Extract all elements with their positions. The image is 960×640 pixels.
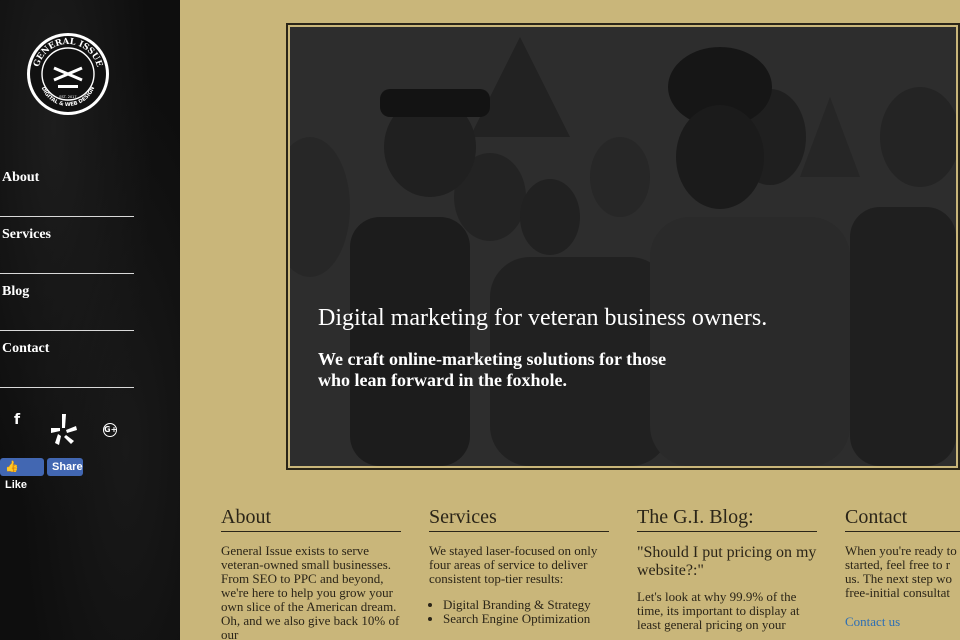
facebook-share-button[interactable]: Share <box>47 458 83 476</box>
svg-text:EST. 2017: EST. 2017 <box>59 95 76 99</box>
services-heading: Services <box>429 506 609 532</box>
google-plus-icon[interactable]: G+ <box>103 423 117 437</box>
nav-item-blog[interactable]: Blog <box>0 274 134 331</box>
sidebar: GENERAL ISSUE DIGITAL & WEB DESIGN EST. … <box>0 0 180 640</box>
about-heading: About <box>221 506 401 532</box>
social-links: f G+ <box>0 410 180 446</box>
contact-text-line-1: When you're ready to <box>845 543 957 558</box>
contact-us-link[interactable]: Contact us <box>845 614 960 630</box>
services-text: We stayed laser-focused on only four are… <box>429 543 598 586</box>
main-nav: About Services Blog Contact <box>0 160 134 388</box>
like-label: Like <box>5 479 28 491</box>
hero-subtitle-line-1: We craft online-marketing solutions for … <box>318 349 667 369</box>
list-item: Search Engine Optimization <box>443 612 609 626</box>
facebook-like-button[interactable]: 👍 Like <box>0 458 44 491</box>
about-text: General Issue exists to serve veteran-ow… <box>221 543 400 640</box>
general-issue-logo[interactable]: GENERAL ISSUE DIGITAL & WEB DESIGN EST. … <box>24 32 112 116</box>
hero-banner: Digital marketing for veteran business o… <box>286 23 960 470</box>
blog-post-title[interactable]: "Should I put pricing on my website?:" <box>637 544 817 580</box>
contact-section: Contact When you're ready to started, fe… <box>845 506 960 630</box>
services-list: Digital Branding & Strategy Search Engin… <box>429 598 609 626</box>
hero-subtitle-line-2: who lean forward in the foxhole. <box>318 370 567 390</box>
blog-section: The G.I. Blog: "Should I put pricing on … <box>637 506 817 632</box>
hero-title: Digital marketing for veteran business o… <box>318 305 768 331</box>
contact-text-line-2: started, feel free to r <box>845 557 951 572</box>
contact-heading: Contact <box>845 506 960 532</box>
list-item: Digital Branding & Strategy <box>443 598 609 612</box>
nav-item-contact[interactable]: Contact <box>0 331 134 388</box>
contact-text-line-3: us. The next step wo <box>845 571 952 586</box>
about-section: About General Issue exists to serve vete… <box>221 506 401 640</box>
blog-heading: The G.I. Blog: <box>637 506 817 532</box>
contact-text-line-4: free-initial consultat <box>845 585 951 600</box>
yelp-icon[interactable] <box>50 412 78 446</box>
nav-item-services[interactable]: Services <box>0 217 134 274</box>
nav-item-about[interactable]: About <box>0 160 134 217</box>
hero-image: Digital marketing for veteran business o… <box>290 27 956 466</box>
facebook-icon[interactable]: f <box>14 412 20 428</box>
hero-overlay <box>290 27 956 466</box>
blog-excerpt: Let's look at why 99.9% of the time, its… <box>637 589 800 632</box>
services-section: Services We stayed laser-focused on only… <box>429 506 609 626</box>
hero-subtitle: We craft online-marketing solutions for … <box>318 349 778 391</box>
